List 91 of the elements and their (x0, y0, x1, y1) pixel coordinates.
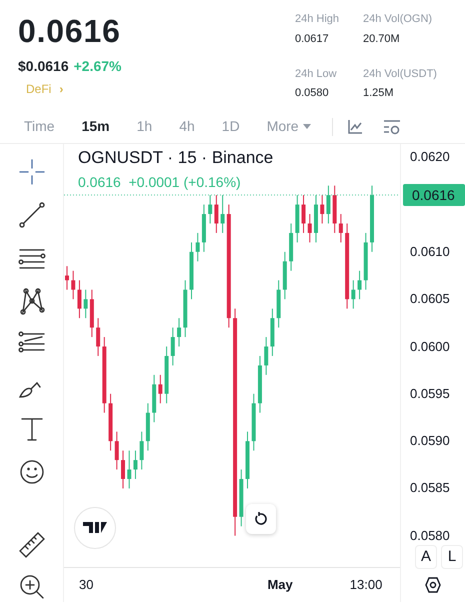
interval-tab[interactable]: 15m (82, 116, 110, 137)
fiat-price: $0.0616 (18, 57, 69, 76)
candle (276, 280, 281, 328)
candle (214, 194, 218, 234)
stat-value: 0.0617 (295, 32, 330, 46)
price-tick: 0.0610 (410, 244, 450, 260)
price-tick: 0.0605 (410, 291, 450, 308)
last-price: 0.0616 (18, 12, 122, 50)
line-tool-icon[interactable] (16, 200, 46, 230)
candle (264, 336, 268, 376)
candle (177, 318, 182, 347)
candle (252, 393, 256, 452)
candle (302, 194, 306, 234)
scale-button[interactable]: A (415, 545, 437, 569)
crosshair-icon[interactable] (16, 157, 46, 187)
candle (246, 431, 250, 489)
stat-label: 24h Vol(USDT) (363, 66, 438, 82)
candle (146, 402, 150, 452)
candle (164, 346, 169, 404)
stat-label: 24h Vol(OGN) (363, 12, 434, 27)
candle (77, 280, 82, 319)
candle (121, 450, 126, 489)
interval-tab[interactable]: 4h (179, 116, 195, 137)
scale-button[interactable]: L (441, 545, 463, 569)
candle (71, 270, 76, 300)
candle (351, 280, 356, 310)
interval-tab[interactable]: More (266, 116, 311, 137)
candle (202, 204, 206, 252)
price-tick: 0.0585 (410, 480, 450, 496)
candle (314, 194, 318, 243)
candle (152, 374, 156, 423)
candle (289, 223, 294, 272)
last-price-label: 0.0616 (403, 184, 465, 206)
candle (326, 185, 330, 224)
reset-chart-button[interactable] (246, 504, 276, 534)
rotate-icon (254, 512, 268, 526)
chart-title: OGNUSDT · 15 · Binance (78, 148, 274, 168)
candle (295, 194, 300, 243)
price-tick: 0.0580 (410, 528, 450, 544)
price-tick: 0.0600 (410, 338, 450, 354)
candle (370, 185, 374, 252)
candle (170, 327, 175, 366)
candle (282, 251, 287, 300)
time-tick: May (267, 576, 293, 594)
indicator-icon[interactable] (346, 118, 363, 134)
candle (190, 242, 194, 300)
candle (65, 266, 69, 290)
price-readout: 0.0616 +0.0001 (+0.16%) (78, 174, 241, 190)
candle (84, 289, 88, 319)
candle (196, 232, 200, 262)
chevron-icon[interactable]: › (59, 80, 64, 98)
price-tick: 0.0590 (410, 433, 450, 450)
candle (208, 194, 212, 224)
tradingview-logo-button[interactable] (74, 507, 116, 549)
candle (114, 431, 119, 470)
interval-tab[interactable]: Time (24, 116, 55, 137)
logo-icon (83, 522, 107, 534)
candle (127, 450, 132, 489)
interval-tab[interactable]: 1h (136, 116, 152, 137)
candle (358, 270, 362, 300)
price-change: +2.67% (74, 57, 122, 76)
price-tick: 0.0620 (410, 149, 450, 166)
candle (108, 393, 113, 452)
candle (239, 469, 244, 527)
candle (96, 318, 100, 356)
candle (332, 185, 337, 234)
time-tick: 13:00 (350, 576, 382, 594)
candle (320, 194, 324, 224)
stat-label: 24h Low (295, 66, 338, 82)
candle (258, 355, 262, 414)
candle (338, 214, 343, 243)
candle (270, 308, 274, 356)
caret-icon (302, 124, 311, 130)
stat-label: 24h High (295, 12, 340, 27)
price-tick: 0.0595 (410, 386, 450, 402)
stat-value: 20.70M (363, 32, 401, 46)
candle (220, 194, 225, 234)
candle (158, 374, 162, 404)
category-tag[interactable]: DeFi (26, 80, 52, 98)
stat-value: 0.0580 (295, 86, 330, 101)
time-tick: 30 (79, 576, 94, 594)
ruler-icon[interactable] (16, 529, 46, 560)
settings-icon[interactable] (425, 576, 441, 592)
candle (140, 431, 144, 470)
interval-tab[interactable]: 1D (222, 116, 240, 137)
candle (90, 289, 94, 338)
candle (183, 280, 188, 338)
stat-value: 1.25M (363, 86, 395, 101)
candle (308, 214, 312, 243)
candle (133, 450, 138, 480)
candle (364, 232, 368, 290)
